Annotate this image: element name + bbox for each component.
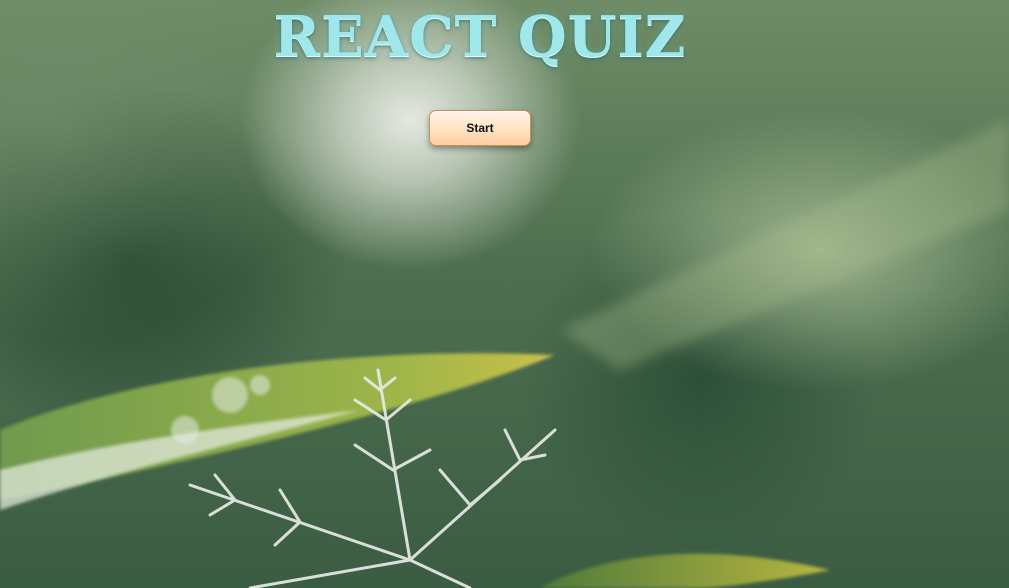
page-title: REACT QUIZ [273,4,687,70]
frost-blob [212,377,248,413]
frost-blob [250,375,270,395]
leaf-shape [540,553,830,588]
start-button[interactable]: Start [429,110,531,146]
background-illustration [0,120,1009,588]
frost-blob [171,416,199,444]
light-streak [560,120,1009,370]
background-photo [0,0,1009,588]
